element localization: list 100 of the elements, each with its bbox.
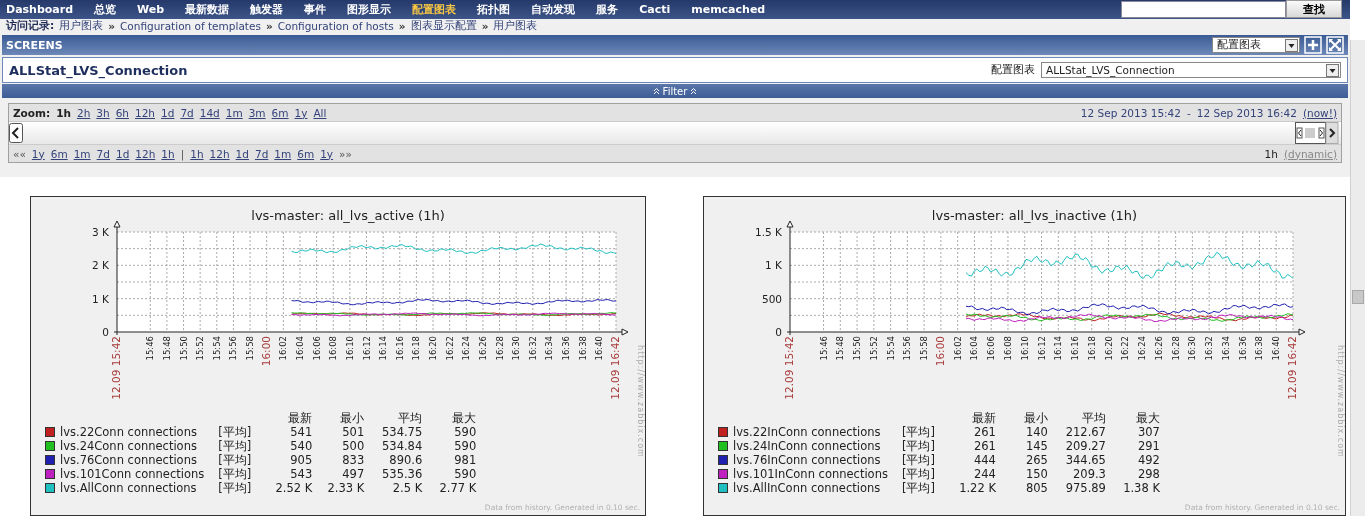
scroll-handle-icon[interactable] xyxy=(1295,122,1339,144)
back-step-link[interactable]: 12h xyxy=(135,147,156,160)
zoom-option[interactable]: 12h xyxy=(135,106,155,119)
legend-label: lvs.24InConn connections xyxy=(733,439,882,453)
legend-value: 981 xyxy=(453,453,477,467)
nav-menu-item[interactable]: 事件 xyxy=(304,1,327,17)
nav-menu-item[interactable]: 总览 xyxy=(94,1,117,17)
nav-menu-item[interactable]: 图形显示 xyxy=(347,1,392,17)
zoom-option[interactable]: 2h xyxy=(76,106,91,119)
legend-label: lvs.76InConn connections xyxy=(733,453,882,467)
zoom-option[interactable]: 14d xyxy=(199,106,220,119)
x-tick-label: 15:58 xyxy=(919,336,930,361)
legend-label: lvs.22InConn connections xyxy=(733,425,882,439)
now-link[interactable]: (now!) xyxy=(1302,106,1337,119)
legend-header: 最新 xyxy=(970,411,996,425)
zoom-option[interactable]: 3h xyxy=(96,106,110,119)
legend-value: 975.89 xyxy=(1064,481,1106,495)
zoom-option[interactable]: 1y xyxy=(294,106,308,119)
legend-function: [平均] xyxy=(217,453,253,467)
x-tick-label: 15:46 xyxy=(818,336,829,361)
forward-step-link[interactable]: 6m xyxy=(297,147,315,160)
zoom-option[interactable]: 6h xyxy=(115,106,129,119)
back-step-link[interactable]: 1d xyxy=(115,147,130,160)
breadcrumb-link[interactable]: 用户图表 xyxy=(59,18,104,33)
legend-value: 1.22 K xyxy=(958,481,996,495)
nav-menu-item[interactable]: Dashboard xyxy=(6,2,74,16)
breadcrumb-link[interactable]: Configuration of templates xyxy=(120,19,261,32)
legend-function: [平均] xyxy=(900,453,936,467)
x-tick-label: 16:18 xyxy=(1086,336,1097,361)
legend-function: [平均] xyxy=(900,481,936,495)
forward-step-link[interactable]: 1m xyxy=(274,147,292,160)
zoom-option[interactable]: 1h xyxy=(56,106,71,119)
filter-toggle[interactable]: Filter xyxy=(662,85,688,97)
scrollbar-thumb[interactable] xyxy=(1352,290,1364,304)
forward-step-link[interactable]: 1d xyxy=(235,147,249,160)
x-tick-label: 16:24 xyxy=(1137,336,1148,361)
zoom-label: Zoom: xyxy=(13,106,51,119)
zoom-option[interactable]: 7d xyxy=(180,106,194,119)
legend-label: lvs.AllConn connections xyxy=(60,481,198,495)
zoom-option[interactable]: All xyxy=(313,106,327,119)
x-tick-label: 16:34 xyxy=(1220,336,1231,361)
nav-menu-item[interactable]: 服务 xyxy=(596,1,619,17)
forward-step-link[interactable]: 1h xyxy=(190,147,204,160)
zoom-option[interactable]: 1d xyxy=(161,106,175,119)
search-button[interactable]: 查找 xyxy=(1286,0,1342,19)
nav-menu-item[interactable]: Cacti xyxy=(639,2,671,16)
x-tick-label: 15:48 xyxy=(835,336,846,361)
forward-step-link[interactable]: 7d xyxy=(254,147,269,160)
legend-value: 2.77 K xyxy=(438,481,477,495)
nav-menu-item[interactable]: 最新数据 xyxy=(185,1,230,17)
breadcrumb-label: 访问记录: xyxy=(6,18,55,33)
forward-step-link[interactable]: 1y xyxy=(320,147,334,160)
legend-function: [平均] xyxy=(217,481,253,495)
nav-menu-item[interactable]: 触发器 xyxy=(250,1,284,17)
breadcrumb-link[interactable]: 图表显示配置 xyxy=(410,18,477,33)
x-tick-label: 12.09 15:42 xyxy=(783,336,795,400)
x-tick-label: 15:50 xyxy=(178,336,189,361)
back-step-link[interactable]: 7d xyxy=(96,147,110,160)
y-tick-label: 2 K xyxy=(92,259,109,272)
fullscreen-icon[interactable] xyxy=(1326,36,1344,54)
nav-menu-item[interactable]: Web xyxy=(137,2,165,16)
x-tick-label: 12.09 16:42 xyxy=(1286,336,1298,400)
scrollbar[interactable] xyxy=(1350,40,1365,516)
screen-title: ALLStat_LVS_Connection xyxy=(9,62,189,78)
search-field[interactable] xyxy=(1121,0,1286,18)
zoom-option[interactable]: 3m xyxy=(248,106,266,119)
screen-type-select[interactable]: 配置图表 xyxy=(1212,37,1300,53)
nav-menu-item[interactable]: 拓扑图 xyxy=(477,1,511,17)
forward-step-link[interactable]: 12h xyxy=(209,147,230,160)
back-step-link[interactable]: 6m xyxy=(50,147,68,160)
back-step-link[interactable]: 1y xyxy=(31,147,45,160)
legend-value: 535.36 xyxy=(381,467,423,481)
legend-value: 209.3 xyxy=(1072,467,1106,481)
nav-menu-item[interactable]: 配置图表 xyxy=(412,1,457,17)
breadcrumb-link[interactable]: 用户图表 xyxy=(493,18,538,33)
back-mark: «« xyxy=(13,147,26,160)
nav-menu-item[interactable]: memcached xyxy=(691,2,766,16)
legend-value: 540 xyxy=(289,439,313,453)
legend-value: 534.75 xyxy=(381,425,423,439)
back-step-link[interactable]: 1h xyxy=(161,147,175,160)
back-step-link[interactable]: 1m xyxy=(73,147,91,160)
plus-icon[interactable] xyxy=(1304,36,1322,54)
y-tick-label: 0 xyxy=(775,326,782,338)
legend-function: [平均] xyxy=(900,425,936,439)
x-tick-label: 16:12 xyxy=(1036,336,1047,361)
legend-header: 最小 xyxy=(339,411,365,425)
x-tick-label: 15:50 xyxy=(852,336,863,361)
zoom-option[interactable]: 1m xyxy=(225,106,243,119)
legend-value: 150 xyxy=(1025,467,1048,481)
x-tick-label: 12.09 15:42 xyxy=(110,336,122,400)
screen-select[interactable]: ALLStat_LVS_Connection xyxy=(1041,62,1341,78)
legend-value: 2.52 K xyxy=(274,481,313,495)
breadcrumb-link[interactable]: Configuration of hosts xyxy=(277,19,394,32)
zoom-option[interactable]: 6m xyxy=(271,106,289,119)
x-tick-label: 16:40 xyxy=(1271,336,1282,361)
nav-menu-item[interactable]: 自动发现 xyxy=(531,1,576,17)
x-tick-label: 16:04 xyxy=(294,336,305,361)
x-tick-label: 16:40 xyxy=(594,336,605,361)
legend-function: [平均] xyxy=(900,467,936,481)
legend-value: 805 xyxy=(1025,481,1048,495)
